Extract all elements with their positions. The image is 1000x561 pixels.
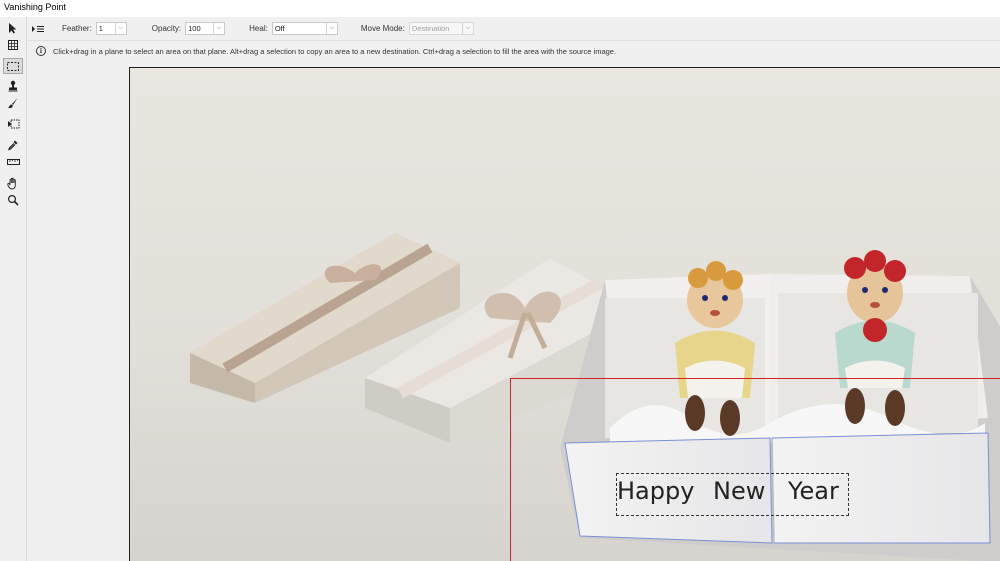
window-title: Vanishing Point [0,0,1000,17]
zoom-tool[interactable] [3,192,23,208]
opacity-label: Opacity: [151,24,182,33]
transform-tool[interactable] [3,116,23,132]
stamp-tool[interactable] [3,78,23,94]
flyout-menu-icon[interactable] [32,25,44,33]
ruler-icon [6,159,20,165]
tools-panel [0,17,27,561]
move-mode-select: Destination ⌵ [408,22,474,35]
opacity-value: 100 [188,24,201,33]
opacity-field[interactable]: 100 ⌵ [185,22,226,35]
measure-tool[interactable] [3,154,23,170]
feather-label: Feather: [62,24,92,33]
magnifier-icon [7,194,19,206]
chevron-down-icon[interactable]: ⌵ [213,23,224,34]
feather-field[interactable]: 1 ⌵ [95,22,127,35]
grid-plane-icon [8,40,18,50]
image-canvas[interactable]: Happy New Year [129,67,1000,561]
eyedropper-icon [8,140,18,151]
hand-icon [7,177,16,189]
heal-select[interactable]: Off ⌵ [271,22,338,35]
eyedropper-tool[interactable] [3,137,23,153]
chevron-down-icon: ⌵ [461,23,473,34]
preview-area[interactable]: Happy New Year [28,62,1000,561]
create-plane-tool[interactable] [3,37,23,53]
heal-label: Heal: [249,24,268,33]
transform-icon [7,119,19,129]
chevron-down-icon[interactable]: ⌵ [325,23,337,34]
chevron-down-icon[interactable]: ⌵ [114,23,126,34]
stamp-icon [8,80,18,92]
plane-selection-box[interactable] [510,378,1000,561]
heal-value: Off [274,24,285,33]
info-icon: i [36,46,46,56]
arrow-pointer-icon [9,23,17,34]
hand-tool[interactable] [3,175,23,191]
marquee-tool[interactable] [3,58,23,74]
info-bar: i Click+drag in a plane to select an are… [28,40,1000,61]
feather-value: 1 [98,24,103,33]
info-message: Click+drag in a plane to select an area … [53,46,617,56]
move-mode-label: Move Mode: [360,24,405,33]
marquee-icon [7,61,19,71]
brush-icon [8,98,18,109]
edit-plane-tool[interactable] [3,20,23,36]
brush-tool[interactable] [3,95,23,111]
tool-options-bar: Feather: 1 ⌵ Opacity: 100 ⌵ Heal: Off ⌵ … [28,17,1000,40]
move-mode-value: Destination [411,24,450,33]
